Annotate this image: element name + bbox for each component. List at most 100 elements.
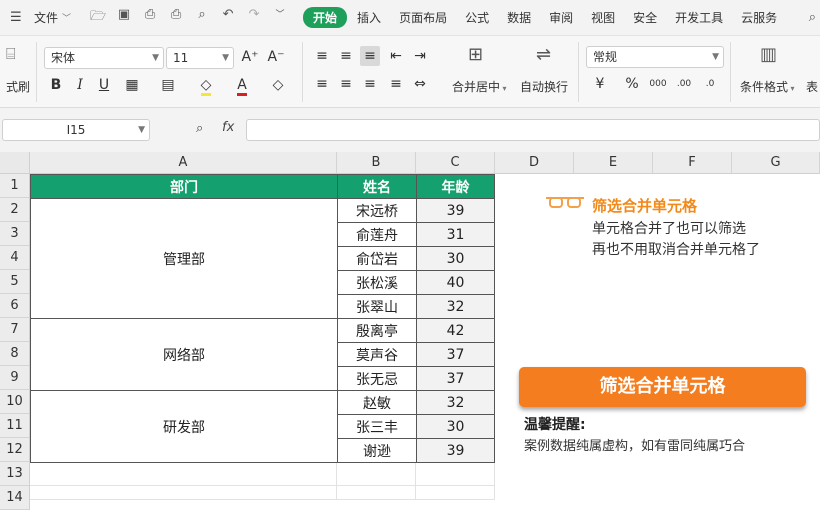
- font-size-select[interactable]: 11 ▼: [166, 47, 234, 69]
- tab-formulas[interactable]: 公式: [457, 7, 497, 28]
- row-header-5[interactable]: 5: [0, 270, 30, 294]
- header-department[interactable]: 部门: [30, 174, 338, 199]
- hamburger-menu-icon[interactable]: ☰: [10, 10, 30, 25]
- row-header-9[interactable]: 9: [0, 366, 30, 390]
- age-cell[interactable]: 42: [416, 318, 495, 343]
- open-folder-icon[interactable]: 🗁: [89, 7, 107, 29]
- row-header-1[interactable]: 1: [0, 174, 30, 198]
- decrease-decimal-icon[interactable]: .0: [700, 74, 720, 94]
- export-pdf-icon[interactable]: ⎙: [141, 7, 159, 29]
- distributed-icon[interactable]: ⇔: [410, 74, 430, 94]
- align-middle-icon[interactable]: ≡: [336, 46, 356, 66]
- column-header-g[interactable]: G: [732, 152, 820, 174]
- row-header-10[interactable]: 10: [0, 390, 30, 414]
- print-preview-icon[interactable]: ⌕: [193, 7, 211, 29]
- name-cell[interactable]: 宋远桥: [337, 198, 417, 223]
- age-cell[interactable]: 32: [416, 390, 495, 415]
- name-cell[interactable]: 张翠山: [337, 294, 417, 319]
- cell[interactable]: [416, 462, 495, 486]
- row-header-12[interactable]: 12: [0, 438, 30, 462]
- filter-merged-cells-button[interactable]: 筛选合并单元格: [519, 367, 806, 407]
- age-cell[interactable]: 39: [416, 198, 495, 223]
- age-cell[interactable]: 37: [416, 366, 495, 391]
- format-painter-icon[interactable]: ⌸: [6, 44, 16, 64]
- table-style-button[interactable]: 表: [806, 78, 818, 95]
- tab-data[interactable]: 数据: [499, 7, 539, 28]
- row-header-14[interactable]: 14: [0, 486, 30, 510]
- align-bottom-icon[interactable]: ≡: [360, 46, 380, 66]
- cell-style-icon[interactable]: ▤: [158, 75, 178, 95]
- column-header-c[interactable]: C: [416, 152, 495, 174]
- tab-security[interactable]: 安全: [625, 7, 665, 28]
- cell[interactable]: [30, 486, 337, 500]
- name-cell[interactable]: 莫声谷: [337, 342, 417, 367]
- column-header-f[interactable]: F: [653, 152, 732, 174]
- age-cell[interactable]: 40: [416, 270, 495, 295]
- tab-developer[interactable]: 开发工具: [667, 7, 731, 28]
- age-cell[interactable]: 31: [416, 222, 495, 247]
- insert-function-icon[interactable]: fx: [222, 120, 234, 135]
- italic-icon[interactable]: I: [70, 75, 90, 95]
- age-cell[interactable]: 37: [416, 342, 495, 367]
- merged-department-cell[interactable]: 研发部: [30, 390, 338, 463]
- name-cell[interactable]: 赵敏: [337, 390, 417, 415]
- dropdown-chevron-icon[interactable]: ﹀: [271, 7, 289, 29]
- align-right-icon[interactable]: ≡: [360, 74, 380, 94]
- redo-icon[interactable]: ↷: [245, 7, 263, 29]
- column-header-b[interactable]: B: [337, 152, 416, 174]
- row-header-6[interactable]: 6: [0, 294, 30, 318]
- row-header-8[interactable]: 8: [0, 342, 30, 366]
- tab-review[interactable]: 审阅: [541, 7, 581, 28]
- header-age[interactable]: 年龄: [416, 174, 495, 199]
- column-header-d[interactable]: D: [495, 152, 574, 174]
- decrease-font-icon[interactable]: A⁻: [266, 47, 286, 67]
- align-center-icon[interactable]: ≡: [336, 74, 356, 94]
- tab-cloud[interactable]: 云服务: [733, 7, 785, 28]
- cell[interactable]: [30, 462, 337, 486]
- print-icon[interactable]: ⎙: [167, 7, 185, 29]
- age-cell[interactable]: 30: [416, 414, 495, 439]
- name-cell[interactable]: 张无忌: [337, 366, 417, 391]
- merged-department-cell[interactable]: 网络部: [30, 318, 338, 391]
- age-cell[interactable]: 39: [416, 438, 495, 463]
- decrease-indent-icon[interactable]: ⇤: [386, 46, 406, 66]
- underline-icon[interactable]: U: [94, 75, 114, 95]
- formula-input[interactable]: [246, 119, 820, 141]
- select-all-corner[interactable]: [0, 152, 30, 174]
- increase-indent-icon[interactable]: ⇥: [410, 46, 430, 66]
- name-box[interactable]: I15 ▼: [2, 119, 150, 141]
- number-format-select[interactable]: 常规 ▼: [586, 46, 724, 68]
- tab-home[interactable]: 开始: [303, 7, 348, 28]
- name-cell[interactable]: 俞莲舟: [337, 222, 417, 247]
- cell[interactable]: [337, 486, 416, 500]
- justify-icon[interactable]: ≡: [386, 74, 406, 94]
- thousands-separator-icon[interactable]: 000: [648, 74, 668, 94]
- tab-view[interactable]: 视图: [583, 7, 623, 28]
- row-header-11[interactable]: 11: [0, 414, 30, 438]
- cell[interactable]: [337, 462, 416, 486]
- align-left-icon[interactable]: ≡: [312, 74, 332, 94]
- conditional-format-button[interactable]: 条件格式 ▾: [740, 78, 795, 95]
- merged-department-cell[interactable]: 管理部: [30, 198, 338, 319]
- percent-icon[interactable]: %: [622, 74, 642, 94]
- clear-format-icon[interactable]: ◇: [268, 75, 288, 95]
- merge-center-icon[interactable]: ⊞: [468, 44, 483, 65]
- name-cell[interactable]: 俞岱岩: [337, 246, 417, 271]
- format-painter-label[interactable]: 式刷: [6, 78, 30, 95]
- name-cell[interactable]: 殷离亭: [337, 318, 417, 343]
- search-icon[interactable]: ⌕: [809, 10, 816, 25]
- borders-icon[interactable]: ▦: [122, 75, 142, 95]
- undo-icon[interactable]: ↶: [219, 7, 237, 29]
- name-cell[interactable]: 张松溪: [337, 270, 417, 295]
- age-cell[interactable]: 30: [416, 246, 495, 271]
- file-menu[interactable]: 文件 ﹀: [34, 9, 71, 26]
- font-color-icon[interactable]: A: [232, 75, 252, 96]
- wrap-text-button[interactable]: 自动换行: [520, 78, 568, 95]
- font-name-select[interactable]: 宋体 ▼: [44, 47, 164, 69]
- bold-icon[interactable]: B: [46, 75, 66, 95]
- row-header-4[interactable]: 4: [0, 246, 30, 270]
- row-header-3[interactable]: 3: [0, 222, 30, 246]
- wrap-text-icon[interactable]: ⇌: [536, 44, 551, 65]
- zoom-icon[interactable]: ⌕: [196, 121, 203, 136]
- currency-icon[interactable]: ¥: [590, 74, 610, 94]
